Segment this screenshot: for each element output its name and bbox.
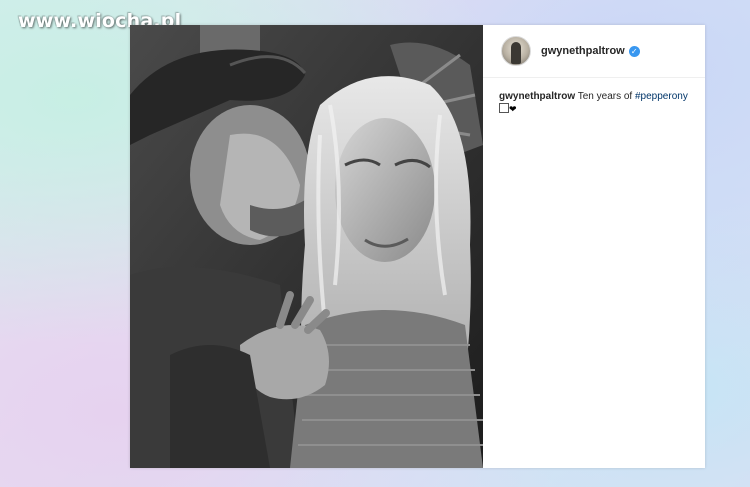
post-header: gwynethpaltrow ✓ — [483, 25, 705, 78]
avatar-figure — [511, 42, 521, 64]
username-link[interactable]: gwynethpaltrow — [541, 45, 625, 57]
instagram-post-card: gwynethpaltrow ✓ gwynethpaltrow Ten year… — [130, 25, 705, 468]
heart-icon: ❤ — [509, 105, 517, 115]
avatar[interactable] — [501, 36, 531, 66]
verified-check-icon: ✓ — [628, 45, 640, 57]
photo-illustration — [130, 25, 483, 468]
caption-text: Ten years of — [577, 91, 635, 102]
post-sidebar: gwynethpaltrow ✓ gwynethpaltrow Ten year… — [483, 25, 705, 468]
post-photo[interactable] — [130, 25, 483, 468]
caption-username-link[interactable]: gwynethpaltrow — [499, 91, 575, 102]
hashtag-link[interactable]: #pepperony — [635, 91, 688, 102]
post-caption: gwynethpaltrow Ten years of #pepperony ❤ — [483, 78, 705, 117]
emoji-placeholder-icon — [499, 103, 509, 114]
